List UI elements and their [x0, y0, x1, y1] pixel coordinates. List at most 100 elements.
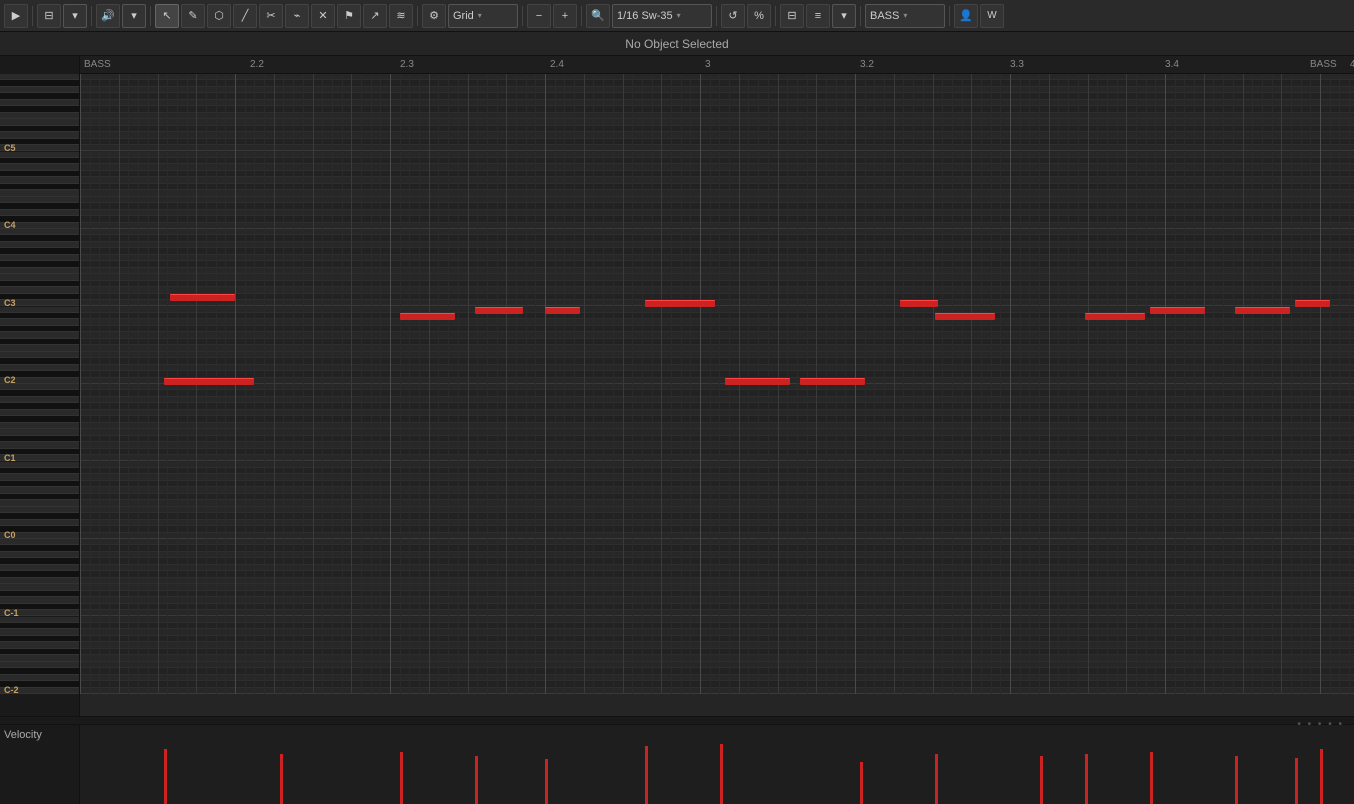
velocity-bar-12[interactable]: [1235, 756, 1238, 804]
glue-tool[interactable]: ⌁: [285, 4, 309, 28]
grid-subvline: [1301, 74, 1302, 694]
grid-subvline: [874, 74, 875, 694]
wrench-button[interactable]: ⚙: [422, 4, 446, 28]
velocity-bar-5[interactable]: [645, 746, 648, 804]
pencil-tool[interactable]: ✎: [181, 4, 205, 28]
note-11[interactable]: [1295, 300, 1330, 307]
note-13[interactable]: [164, 378, 254, 385]
wave-tool[interactable]: ≋: [389, 4, 413, 28]
note-2[interactable]: [475, 307, 523, 314]
velocity-bar-14[interactable]: [1320, 749, 1323, 804]
velocity-bar-13[interactable]: [1295, 758, 1298, 804]
grid-subvline: [332, 74, 333, 694]
velocity-bar-9[interactable]: [1040, 756, 1043, 804]
velocity-bar-0[interactable]: [164, 749, 167, 804]
quantize-dropdown[interactable]: 1/16 Sw-35 ▾: [612, 4, 712, 28]
status-bar: No Object Selected: [0, 32, 1354, 56]
eraser-tool[interactable]: ⬡: [207, 4, 231, 28]
save-dropdown[interactable]: ▾: [63, 4, 87, 28]
grid-subvline: [603, 74, 604, 694]
grid-subvline: [1330, 74, 1331, 694]
grid-subvline: [1194, 74, 1195, 694]
grid-subvline: [264, 74, 265, 694]
note-10[interactable]: [1235, 307, 1290, 314]
note-14[interactable]: [725, 378, 790, 385]
note-5[interactable]: [800, 378, 865, 385]
sep7: [716, 6, 717, 26]
grid-container[interactable]: BASS2.22.32.433.23.33.4BASS4: [80, 56, 1354, 716]
grid-subvline: [884, 74, 885, 694]
stacked-button[interactable]: ⊟: [780, 4, 804, 28]
grid-subvline: [419, 74, 420, 694]
velocity-bar-3[interactable]: [475, 756, 478, 804]
layers-button[interactable]: ≡: [806, 4, 830, 28]
grid-dropdown[interactable]: Grid ▾: [448, 4, 518, 28]
grid-subvline: [555, 74, 556, 694]
note-4[interactable]: [645, 300, 715, 307]
velocity-bar-1[interactable]: [280, 754, 283, 804]
grid-subvline: [923, 74, 924, 694]
grid-subvline: [710, 74, 711, 694]
velocity-bar-4[interactable]: [545, 759, 548, 804]
velocity-label: Velocity: [4, 729, 42, 741]
loop-button[interactable]: ↺: [721, 4, 745, 28]
note-0[interactable]: [170, 294, 235, 301]
percent-button[interactable]: %: [747, 4, 771, 28]
velocity-bar-6[interactable]: [720, 744, 723, 804]
user-button[interactable]: 👤: [954, 4, 978, 28]
cursor-tool[interactable]: ↖: [155, 4, 179, 28]
grid-vline: [1243, 74, 1244, 694]
grid-subvline: [458, 74, 459, 694]
w-button[interactable]: W: [980, 4, 1004, 28]
grid-subvline: [593, 74, 594, 694]
note-8[interactable]: [1085, 313, 1145, 320]
piano-roll: C5C4C3C2C1C0C-1C-2 BASS2.22.32.433.23.33…: [0, 56, 1354, 716]
velocity-bar-2[interactable]: [400, 752, 403, 804]
grid-subvline: [797, 74, 798, 694]
grid-vline: [1204, 74, 1205, 694]
save-button[interactable]: ⊟: [37, 4, 61, 28]
grid-subvline: [497, 74, 498, 694]
velocity-canvas[interactable]: [80, 725, 1354, 804]
speaker-dropdown[interactable]: ▾: [122, 4, 146, 28]
zoom-out-button[interactable]: −: [527, 4, 551, 28]
note-6[interactable]: [900, 300, 938, 307]
grid-subvline: [1097, 74, 1098, 694]
arrow-tool[interactable]: ↗: [363, 4, 387, 28]
piano-key-C-2[interactable]: C-2: [0, 688, 79, 694]
layers-dropdown[interactable]: ▾: [832, 4, 856, 28]
flag-tool[interactable]: ⚑: [337, 4, 361, 28]
note-1[interactable]: [400, 313, 455, 320]
grid-vline: [429, 74, 430, 694]
zoom-in-button[interactable]: +: [553, 4, 577, 28]
grid-canvas[interactable]: [80, 74, 1354, 694]
grid-subvline: [632, 74, 633, 694]
velocity-label-column: Velocity: [0, 725, 80, 804]
mute-tool[interactable]: ✕: [311, 4, 335, 28]
note-9[interactable]: [1150, 307, 1205, 314]
grid-subvline: [1117, 74, 1118, 694]
grid-vline: [971, 74, 972, 694]
search-button[interactable]: 🔍: [586, 4, 610, 28]
note-3[interactable]: [545, 307, 580, 314]
velocity-bar-11[interactable]: [1150, 752, 1153, 804]
grid-subvline: [1339, 74, 1340, 694]
line-tool[interactable]: ╱: [233, 4, 257, 28]
velocity-bar-10[interactable]: [1085, 754, 1088, 804]
grid-subvline: [913, 74, 914, 694]
grid-vline: [313, 74, 314, 694]
expand-button[interactable]: ▶: [4, 4, 28, 28]
note-7[interactable]: [935, 313, 995, 320]
grid-subvline: [962, 74, 963, 694]
grid-subvline: [1291, 74, 1292, 694]
velocity-bar-8[interactable]: [935, 754, 938, 804]
grid-vline: [390, 74, 391, 694]
grid-vline: [1088, 74, 1089, 694]
beat-label: 3.3: [1010, 59, 1024, 70]
speaker-button[interactable]: 🔊: [96, 4, 120, 28]
grid-header: BASS2.22.32.433.23.33.4BASS4: [80, 56, 1354, 74]
grid-subvline: [1136, 74, 1137, 694]
scissors-tool[interactable]: ✂: [259, 4, 283, 28]
track-dropdown[interactable]: BASS ▾: [865, 4, 945, 28]
velocity-bar-7[interactable]: [860, 762, 863, 804]
